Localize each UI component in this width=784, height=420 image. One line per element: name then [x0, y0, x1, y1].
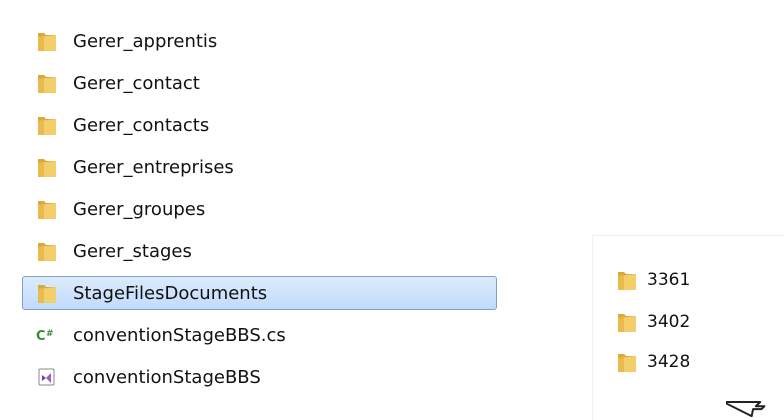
- subfolder-label: 3428: [647, 352, 691, 372]
- file-list-panel: Gerer_apprentis Gerer_contact Gerer_cont…: [0, 0, 497, 420]
- folder-icon: [33, 27, 61, 55]
- list-item-gerer-groupes[interactable]: Gerer_groupes: [22, 192, 497, 226]
- list-item-label: conventionStageBBS: [73, 366, 261, 388]
- folder-icon: [33, 69, 61, 97]
- list-item-gerer-apprentis[interactable]: Gerer_apprentis: [22, 24, 497, 58]
- svg-text:C: C: [36, 329, 46, 344]
- list-item-label: Gerer_groupes: [73, 198, 206, 220]
- list-item-label: conventionStageBBS.cs: [73, 324, 286, 346]
- folder-icon: [614, 349, 640, 375]
- csharp-file-icon: C #: [33, 321, 61, 349]
- list-item-gerer-contact[interactable]: Gerer_contact: [22, 66, 497, 100]
- arrow-cursor-icon: [722, 382, 766, 420]
- list-item-label: StageFilesDocuments: [73, 282, 268, 304]
- list-item-gerer-contacts[interactable]: Gerer_contacts: [22, 108, 497, 142]
- list-item-label: Gerer_stages: [73, 240, 192, 262]
- folder-icon: [33, 279, 61, 307]
- folder-icon: [33, 237, 61, 265]
- list-item-gerer-stages[interactable]: Gerer_stages: [22, 234, 497, 268]
- list-item-label: Gerer_entreprises: [73, 156, 234, 178]
- subfolder-item-3428[interactable]: 3428: [614, 346, 690, 378]
- list-item-gerer-entreprises[interactable]: Gerer_entreprises: [22, 150, 497, 184]
- subfolder-item-3402[interactable]: 3402: [614, 306, 690, 338]
- folder-icon: [33, 111, 61, 139]
- list-item-label: Gerer_contacts: [73, 114, 210, 136]
- subfolder-label: 3402: [647, 312, 691, 332]
- list-item-conventionstagebbs-sln[interactable]: conventionStageBBS: [22, 360, 497, 394]
- folder-icon: [33, 195, 61, 223]
- subfolder-item-3361[interactable]: 3361: [614, 264, 690, 296]
- list-item-label: Gerer_contact: [73, 72, 200, 94]
- folder-icon: [33, 153, 61, 181]
- folder-icon: [614, 267, 640, 293]
- folder-icon: [614, 309, 640, 335]
- visual-studio-solution-icon: [33, 363, 61, 391]
- list-item-stagefilesdocuments[interactable]: StageFilesDocuments: [22, 276, 497, 310]
- svg-text:#: #: [46, 329, 54, 339]
- list-item-conventionstagebbs-cs[interactable]: C # conventionStageBBS.cs: [22, 318, 497, 352]
- list-item-label: Gerer_apprentis: [73, 30, 218, 52]
- subfolder-label: 3361: [647, 270, 691, 290]
